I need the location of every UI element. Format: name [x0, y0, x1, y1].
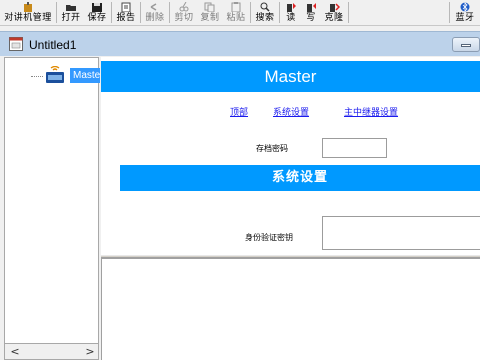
link-system-settings[interactable]: 系统设置	[273, 105, 309, 119]
clone-icon	[328, 2, 340, 12]
document-title: Untitled1	[29, 38, 77, 52]
paste-button[interactable]: 粘贴	[224, 0, 248, 24]
toolbar-separator	[56, 2, 57, 23]
paste-label: 粘贴	[226, 13, 246, 23]
open-folder-icon	[65, 2, 77, 12]
radio-manage-button[interactable]: 对讲机管理	[2, 0, 54, 24]
minimize-icon	[461, 44, 471, 47]
copy-icon	[204, 2, 216, 12]
save-button[interactable]: 保存	[85, 0, 109, 24]
save-label: 保存	[87, 13, 107, 23]
output-pane	[101, 258, 480, 360]
tree-item-master[interactable]: Master	[70, 68, 100, 83]
delete-button[interactable]: 删除	[143, 0, 167, 24]
search-icon	[259, 2, 271, 12]
settings-page: Master 顶部 系统设置 主中继器设置 存档密码 系统设置 身份验证密钥	[101, 57, 480, 255]
device-tree[interactable]: Master	[4, 57, 100, 344]
cut-button[interactable]: 剪切	[172, 0, 196, 24]
document-icon	[9, 37, 23, 51]
write-label: 写	[306, 13, 316, 23]
open-button[interactable]: 打开	[59, 0, 83, 24]
document-titlebar[interactable]: Untitled1	[0, 31, 480, 56]
radio-manage-icon	[22, 2, 34, 12]
toolbar-separator	[348, 2, 349, 23]
read-label: 读	[286, 13, 296, 23]
tree-connector	[31, 76, 43, 77]
page-banner: Master	[101, 61, 480, 92]
toolbar-separator	[279, 2, 280, 23]
copy-label: 复制	[200, 13, 220, 23]
radio-device-icon	[46, 66, 64, 83]
auth-key-label: 身份验证密钥	[245, 233, 293, 242]
bluetooth-icon	[459, 2, 471, 12]
scroll-right-icon[interactable]: >	[83, 345, 97, 359]
clone-label: 克隆	[324, 13, 344, 23]
cut-label: 剪切	[174, 13, 194, 23]
cut-icon	[178, 2, 190, 12]
copy-button[interactable]: 复制	[198, 0, 222, 24]
write-icon	[305, 2, 317, 12]
read-button[interactable]: 读	[282, 0, 300, 24]
section-title-system-settings: 系统设置	[120, 165, 480, 191]
open-label: 打开	[61, 13, 81, 23]
auth-key-input[interactable]	[322, 216, 480, 250]
archive-password-label: 存档密码	[256, 144, 288, 153]
scroll-left-icon[interactable]: <	[8, 345, 22, 359]
toolbar-separator	[111, 2, 112, 23]
tree-horizontal-scrollbar[interactable]: < >	[4, 344, 99, 360]
radio-manage-label: 对讲机管理	[4, 13, 52, 23]
bluetooth-button[interactable]: 蓝牙	[451, 0, 479, 24]
report-label: 报告	[116, 13, 136, 23]
bluetooth-label: 蓝牙	[455, 13, 475, 23]
toolbar-separator	[250, 2, 251, 23]
delete-label: 删除	[145, 13, 165, 23]
toolbar: 对讲机管理 打开 保存 报告 删除 剪切 复制 粘贴 搜索 读 写 克隆 蓝牙	[0, 0, 480, 26]
paste-icon	[230, 2, 242, 12]
toolbar-separator	[140, 2, 141, 23]
delete-icon	[149, 2, 161, 12]
minimize-button[interactable]	[452, 37, 480, 52]
link-top[interactable]: 顶部	[230, 105, 248, 119]
search-label: 搜索	[255, 13, 275, 23]
toolbar-separator	[169, 2, 170, 23]
read-icon	[285, 2, 297, 12]
save-icon	[91, 2, 103, 12]
report-button[interactable]: 报告	[114, 0, 138, 24]
write-button[interactable]: 写	[302, 0, 320, 24]
search-button[interactable]: 搜索	[253, 0, 277, 24]
report-icon	[120, 2, 132, 12]
archive-password-input[interactable]	[322, 138, 387, 158]
clone-button[interactable]: 克隆	[322, 0, 346, 24]
link-main-repeater-settings[interactable]: 主中继器设置	[344, 105, 398, 119]
toolbar-separator	[449, 2, 450, 23]
